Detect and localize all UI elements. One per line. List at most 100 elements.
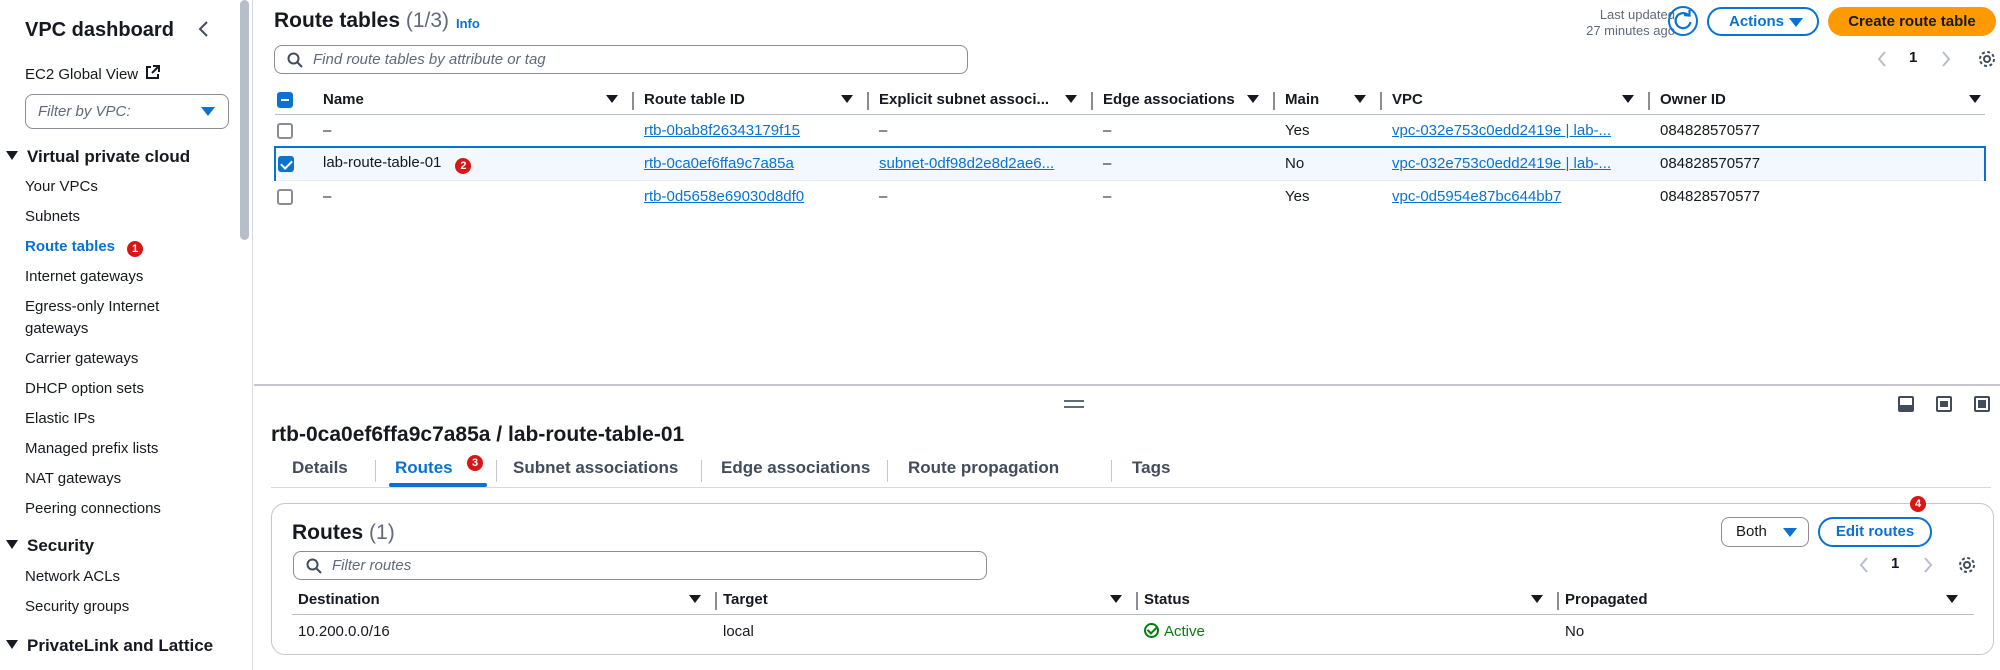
sort-icon: [1622, 95, 1634, 103]
routes-pagination: 1: [1850, 553, 1980, 577]
sidebar-item-managed-prefix-lists[interactable]: Managed prefix lists: [25, 438, 158, 460]
tab-details[interactable]: Details: [292, 458, 348, 478]
tab-routes[interactable]: Routes: [395, 458, 453, 478]
refresh-icon: [1674, 10, 1692, 30]
sort-icon: [841, 95, 853, 103]
table-row[interactable]: – rtb-0d5658e69030d8df0 – – Yes vpc-0d59…: [275, 180, 1985, 213]
check-circle-icon: [1144, 622, 1159, 638]
row-checkbox[interactable]: [277, 122, 293, 139]
split-side-icon[interactable]: [1936, 396, 1952, 412]
sidebar-item-your-vpcs[interactable]: Your VPCs: [25, 176, 98, 198]
table-row: 10.200.0.0/16 local Active No: [292, 614, 1974, 648]
cell-main: Yes: [1275, 114, 1382, 148]
sort-icon: [1969, 95, 1981, 103]
column-header-main[interactable]: Main: [1275, 86, 1382, 115]
search-icon: [287, 52, 303, 68]
column-header-status[interactable]: Status: [1138, 586, 1559, 615]
section-virtual-private-cloud[interactable]: Virtual private cloud: [6, 145, 190, 169]
sidebar-item-network-acls[interactable]: Network ACLs: [25, 566, 120, 588]
table-row-selected[interactable]: lab-route-table-01 2 rtb-0ca0ef6ffa9c7a85…: [274, 146, 1986, 181]
vpc-link[interactable]: vpc-032e753c0edd2419e | lab-...: [1392, 122, 1611, 139]
sidebar-item-dhcp-option-sets[interactable]: DHCP option sets: [25, 378, 144, 400]
route-tables-search-input[interactable]: Find route tables by attribute or tag: [274, 45, 968, 74]
external-link-icon: [146, 65, 161, 79]
sidebar-item-route-tables[interactable]: Route tables: [25, 236, 115, 258]
route-filter-select[interactable]: Both: [1721, 517, 1809, 547]
table-row[interactable]: – rtb-0bab8f26343179f15 – – Yes vpc-032e…: [275, 114, 1985, 148]
caret-down-icon: [1783, 528, 1797, 537]
info-link[interactable]: Info: [456, 16, 480, 31]
row-checkbox[interactable]: [278, 156, 294, 173]
column-header-name[interactable]: Name: [313, 86, 634, 115]
settings-gear-icon[interactable]: [1978, 50, 1996, 68]
tab-route-propagation[interactable]: Route propagation: [908, 458, 1059, 478]
search-icon: [306, 558, 322, 574]
settings-gear-icon[interactable]: [1958, 556, 1976, 574]
refresh-button[interactable]: [1668, 6, 1698, 36]
split-hide-icon[interactable]: [1974, 396, 1990, 412]
edit-routes-button[interactable]: Edit routes: [1818, 517, 1932, 547]
sort-icon: [689, 595, 701, 603]
section-security[interactable]: Security: [6, 534, 94, 558]
step-badge: 2: [455, 157, 472, 174]
route-table-id-link[interactable]: rtb-0d5658e69030d8df0: [644, 188, 804, 205]
drag-handle-icon[interactable]: [1064, 400, 1084, 408]
sidebar-item-internet-gateways[interactable]: Internet gateways: [25, 266, 143, 288]
select-all-checkbox[interactable]: [277, 92, 293, 109]
step-badge: 3: [467, 455, 483, 471]
chevron-right-icon[interactable]: [1940, 50, 1952, 68]
sort-icon: [1531, 595, 1543, 603]
vpc-filter-select[interactable]: Filter by VPC:: [25, 94, 229, 129]
column-header-target[interactable]: Target: [717, 586, 1138, 615]
tab-subnet-associations[interactable]: Subnet associations: [513, 458, 678, 478]
cell-owner-id: 084828570577: [1660, 188, 1761, 206]
column-header-explicit-subnet[interactable]: Explicit subnet associ...: [869, 86, 1093, 115]
actions-dropdown-button[interactable]: Actions: [1707, 7, 1819, 36]
cell-main: Yes: [1285, 188, 1310, 206]
expand-icon: [6, 151, 18, 160]
cell-edge: –: [1093, 146, 1275, 181]
column-header-owner-id[interactable]: Owner ID: [1650, 86, 1985, 115]
sidebar-item-peering-connections[interactable]: Peering connections: [25, 498, 161, 520]
select-all-header: [275, 86, 313, 115]
tab-edge-associations[interactable]: Edge associations: [721, 458, 870, 478]
sidebar-item-elastic-ips[interactable]: Elastic IPs: [25, 408, 95, 430]
sidebar-item-nat-gateways[interactable]: NAT gateways: [25, 468, 121, 490]
create-route-table-button[interactable]: Create route table: [1828, 7, 1996, 36]
subnet-link[interactable]: subnet-0df98d2e8d2ae6...: [879, 155, 1054, 172]
pagination: 1: [1868, 47, 1998, 71]
column-header-propagated[interactable]: Propagated: [1559, 586, 1974, 615]
column-header-destination[interactable]: Destination: [292, 586, 717, 615]
page-number[interactable]: 1: [1909, 49, 1917, 66]
step-badge: 1: [127, 241, 143, 257]
collapse-sidebar-icon[interactable]: [196, 18, 212, 40]
page-number[interactable]: 1: [1891, 555, 1899, 572]
panel-splitter[interactable]: [254, 384, 2000, 386]
vpc-link[interactable]: vpc-032e753c0edd2419e | lab-...: [1392, 155, 1611, 172]
tab-tags[interactable]: Tags: [1132, 458, 1170, 478]
route-table-id-link[interactable]: rtb-0ca0ef6ffa9c7a85a: [644, 155, 794, 172]
sidebar-item-ec2-global-view[interactable]: EC2 Global View: [25, 64, 161, 86]
column-header-vpc[interactable]: VPC: [1382, 86, 1650, 115]
sidebar-item-egress-only-internet-gateways[interactable]: Egress-only Internet gateways: [25, 296, 159, 340]
chevron-right-icon[interactable]: [1922, 556, 1934, 574]
sidebar-item-security-groups[interactable]: Security groups: [25, 596, 129, 618]
sidebar-item-subnets[interactable]: Subnets: [25, 206, 80, 228]
section-privatelink-and-lattice[interactable]: PrivateLink and Lattice: [6, 634, 213, 658]
vpc-link[interactable]: vpc-0d5954e87bc644bb7: [1392, 188, 1561, 205]
sidebar-item-carrier-gateways[interactable]: Carrier gateways: [25, 348, 138, 370]
route-table-id-link[interactable]: rtb-0bab8f26343179f15: [644, 122, 800, 139]
cell-owner-id: 084828570577: [1650, 146, 1986, 181]
routes-filter-input[interactable]: Filter routes: [293, 551, 987, 580]
column-header-route-table-id[interactable]: Route table ID: [634, 86, 869, 115]
row-checkbox[interactable]: [277, 189, 293, 206]
column-header-edge-associations[interactable]: Edge associations: [1093, 86, 1275, 115]
chevron-left-icon[interactable]: [1876, 50, 1888, 68]
chevron-left-icon[interactable]: [1858, 556, 1870, 574]
sort-icon: [1946, 595, 1958, 603]
cell-subnet: –: [879, 188, 888, 206]
step-badge: 4: [1910, 496, 1926, 512]
split-bottom-icon[interactable]: [1898, 396, 1914, 412]
sidebar-scrollbar[interactable]: [240, 0, 249, 240]
sidebar: VPC dashboard EC2 Global View Filter by …: [0, 0, 253, 670]
